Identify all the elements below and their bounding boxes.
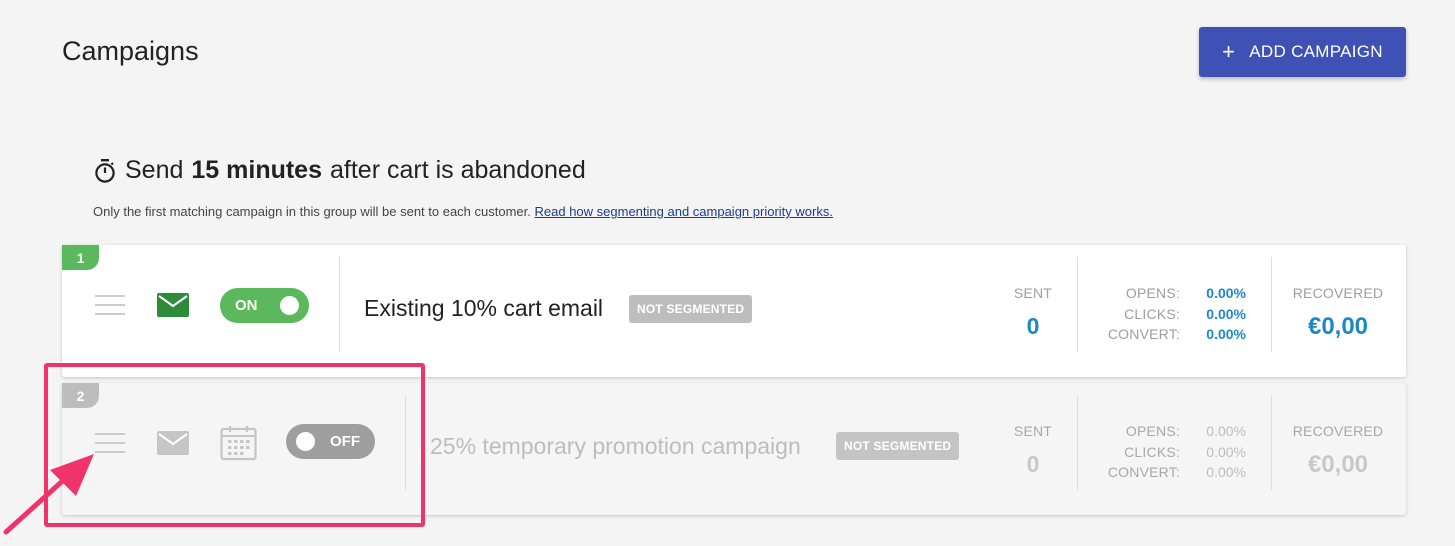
campaign-card[interactable]: 1 ON Existing 10% cart email NOT SEGMENT…	[62, 245, 1406, 377]
recovered-label: RECOVERED	[1292, 423, 1384, 439]
clicks-label: CLICKS:	[1124, 305, 1180, 322]
campaign-name[interactable]: Existing 10% cart email	[364, 295, 603, 322]
sent-label: SENT	[1013, 285, 1053, 301]
group-prefix: Send	[125, 156, 184, 184]
add-campaign-label: ADD CAMPAIGN	[1249, 42, 1383, 61]
sent-stat: SENT 0	[994, 285, 1072, 340]
convert-value: 0.00%	[1206, 464, 1246, 481]
group-header: Send 15 minutes after cart is abandoned	[93, 156, 586, 185]
priority-badge: 1	[62, 245, 99, 270]
drag-handle-icon[interactable]	[95, 433, 125, 453]
divider	[405, 395, 406, 490]
divider	[1077, 395, 1078, 490]
opens-label: OPENS:	[1125, 423, 1180, 440]
mail-icon	[157, 293, 189, 317]
opens-label: OPENS:	[1125, 285, 1180, 302]
clicks-label: CLICKS:	[1124, 443, 1180, 460]
campaign-card[interactable]: 2 OFF 25% temporary promotion campaign N…	[62, 383, 1406, 515]
divider	[1271, 395, 1272, 490]
campaign-toggle[interactable]: ON	[220, 288, 309, 323]
recovered-stat: RECOVERED €0,00	[1288, 285, 1388, 341]
campaign-toggle[interactable]: OFF	[286, 424, 375, 459]
sent-value: 0	[1026, 451, 1040, 477]
recovered-value: €0,00	[1307, 451, 1369, 478]
rates-stat: OPENS: 0.00% CLICKS: 0.00% CONVERT: 0.00%	[1092, 421, 1257, 483]
plus-icon: +	[1222, 39, 1236, 64]
clicks-value: 0.00%	[1206, 443, 1246, 460]
campaign-name[interactable]: 25% temporary promotion campaign	[430, 433, 801, 460]
convert-label: CONVERT:	[1107, 326, 1180, 343]
stopwatch-icon	[95, 158, 115, 183]
page-title: Campaigns	[62, 36, 199, 66]
sent-stat: SENT 0	[994, 423, 1072, 478]
sent-value: 0	[1026, 313, 1040, 339]
convert-label: CONVERT:	[1107, 464, 1180, 481]
convert-value: 0.00%	[1206, 326, 1246, 343]
segment-badge: NOT SEGMENTED	[836, 432, 960, 460]
toggle-knob	[296, 432, 315, 451]
recovered-value: €0,00	[1307, 313, 1369, 340]
calendar-icon[interactable]	[220, 425, 257, 461]
priority-badge: 2	[62, 383, 99, 408]
toggle-label: ON	[235, 297, 258, 314]
segment-badge: NOT SEGMENTED	[629, 295, 753, 323]
group-suffix: after cart is abandoned	[330, 156, 586, 184]
group-note-text: Only the first matching campaign in this…	[93, 204, 531, 219]
group-note: Only the first matching campaign in this…	[93, 204, 833, 219]
segmenting-help-link[interactable]: Read how segmenting and campaign priorit…	[535, 204, 833, 219]
group-delay: 15 minutes	[191, 156, 322, 184]
toggle-label: OFF	[330, 433, 360, 450]
divider	[1271, 257, 1272, 352]
toggle-knob	[280, 296, 299, 315]
mail-icon	[157, 431, 189, 455]
recovered-label: RECOVERED	[1292, 285, 1384, 301]
add-campaign-button[interactable]: + ADD CAMPAIGN	[1199, 27, 1406, 77]
divider	[339, 257, 340, 352]
drag-handle-icon[interactable]	[95, 295, 125, 315]
divider	[1077, 257, 1078, 352]
opens-value: 0.00%	[1206, 423, 1246, 440]
opens-value: 0.00%	[1206, 285, 1246, 302]
recovered-stat: RECOVERED €0,00	[1288, 423, 1388, 479]
rates-stat: OPENS: 0.00% CLICKS: 0.00% CONVERT: 0.00%	[1092, 283, 1257, 345]
clicks-value: 0.00%	[1206, 305, 1246, 322]
sent-label: SENT	[1013, 423, 1053, 439]
